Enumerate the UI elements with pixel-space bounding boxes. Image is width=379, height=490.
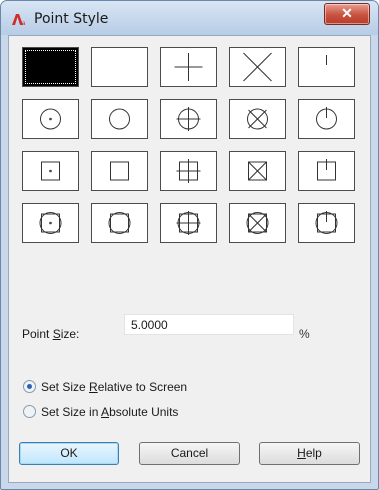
window-title: Point Style (34, 11, 109, 27)
cancel-button[interactable]: Cancel (139, 442, 240, 465)
point-style-blank[interactable] (91, 47, 148, 87)
point-style-square-dot[interactable] (22, 151, 79, 191)
title-bar[interactable]: a Point Style ✕ (1, 1, 378, 35)
point-style-circle-cross[interactable] (229, 99, 286, 139)
close-button[interactable]: ✕ (324, 3, 370, 25)
tick-icon (326, 55, 327, 65)
square-icon (110, 161, 129, 181)
circle-square-plus-icon (176, 211, 201, 235)
percent-unit-label: % (299, 327, 310, 341)
svg-text:a: a (22, 21, 26, 26)
point-style-circle-square-cross[interactable] (229, 203, 286, 243)
circle-square-dot-icon (39, 212, 62, 234)
point-style-circle-square-dot[interactable] (22, 203, 79, 243)
point-style-square[interactable] (91, 151, 148, 191)
circle-square-cross-icon (246, 212, 269, 234)
radio-absolute-units[interactable]: Set Size in Absolute Units (23, 405, 178, 419)
circle-square-tick-icon (315, 211, 338, 234)
none-icon (23, 48, 78, 86)
point-style-circle-tick[interactable] (298, 99, 355, 139)
point-style-circle-dot[interactable] (22, 99, 79, 139)
dialog-body: Point Size: 5.0000 % Set Size Relative t… (8, 35, 371, 483)
circle-icon (109, 108, 130, 130)
plus-icon (174, 53, 203, 81)
square-tick-icon (317, 159, 336, 181)
point-style-circle-square-tick[interactable] (298, 203, 355, 243)
point-style-dialog: a Point Style ✕ Point Size: 5.0000 % Set… (0, 0, 379, 490)
help-button[interactable]: Help (259, 442, 360, 465)
square-plus-icon (176, 159, 201, 183)
circle-dot-icon (40, 108, 61, 130)
circle-plus-icon (176, 107, 201, 131)
ok-button[interactable]: OK (19, 442, 119, 465)
point-style-square-plus[interactable] (160, 151, 217, 191)
point-style-circle-square[interactable] (91, 203, 148, 243)
radio-relative-to-screen[interactable]: Set Size Relative to Screen (23, 380, 187, 394)
point-size-input[interactable]: 5.0000 (124, 314, 294, 335)
point-style-tick[interactable] (298, 47, 355, 87)
point-style-circle-plus[interactable] (160, 99, 217, 139)
point-style-none[interactable] (22, 47, 79, 87)
point-style-grid (22, 47, 355, 243)
point-style-square-cross[interactable] (229, 151, 286, 191)
point-style-square-tick[interactable] (298, 151, 355, 191)
point-style-circle[interactable] (91, 99, 148, 139)
point-style-circle-square-plus[interactable] (160, 203, 217, 243)
point-size-label: Point Size: (22, 327, 80, 341)
cross-icon (243, 52, 272, 82)
point-style-cross[interactable] (229, 47, 286, 87)
close-icon: ✕ (341, 5, 353, 21)
circle-square-icon (108, 212, 131, 234)
point-style-plus[interactable] (160, 47, 217, 87)
blank-icon (92, 48, 147, 86)
square-cross-icon (248, 161, 267, 181)
radio-unselected-icon[interactable] (23, 405, 36, 418)
radio-selected-icon[interactable] (23, 380, 36, 393)
square-dot-icon (41, 161, 60, 181)
circle-cross-icon (247, 108, 268, 130)
circle-tick-icon (316, 107, 337, 130)
autocad-app-icon: a (12, 14, 26, 26)
